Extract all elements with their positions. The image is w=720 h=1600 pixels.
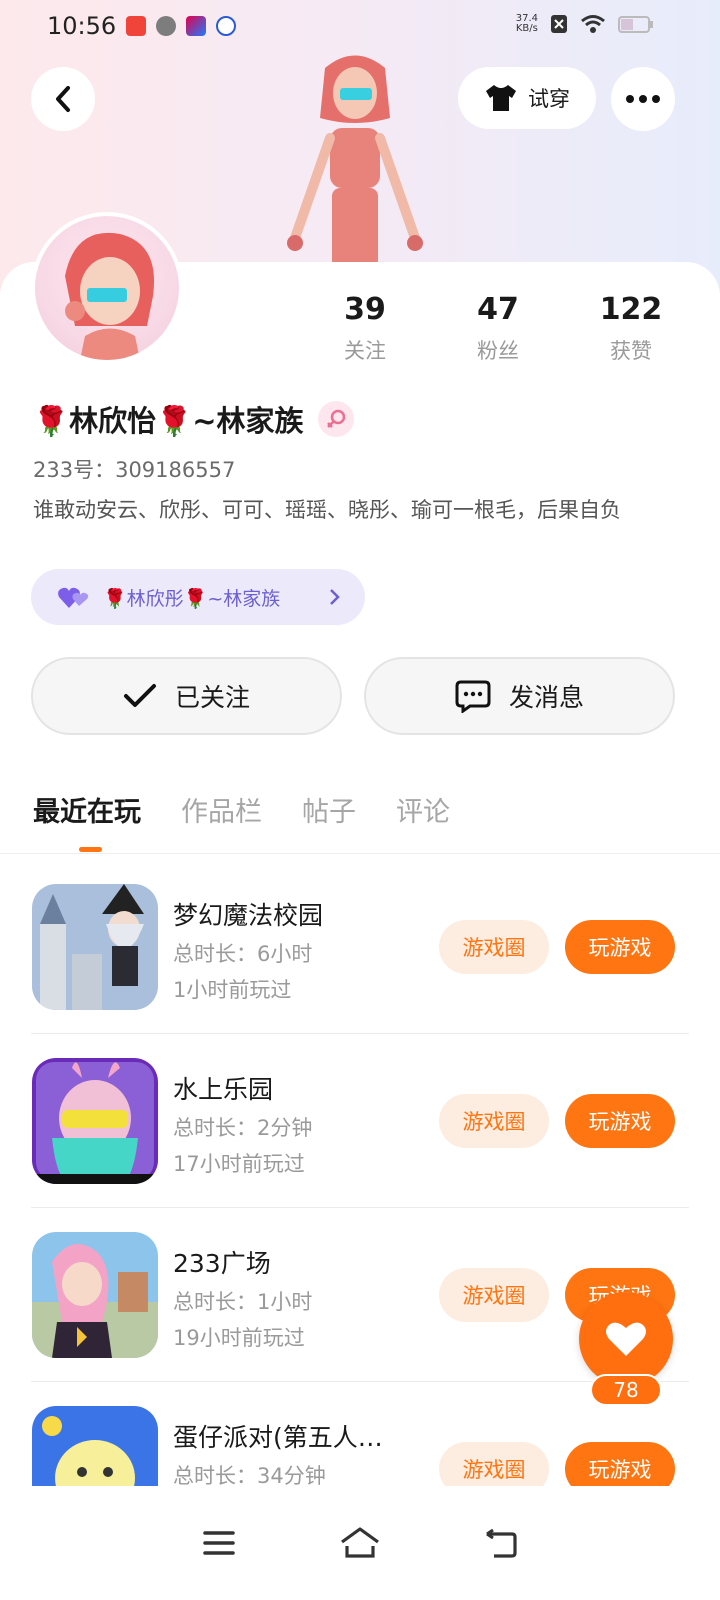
play-game-button[interactable]: 玩游戏	[565, 1442, 675, 1486]
send-message-label: 发消息	[508, 683, 584, 712]
list-item[interactable]: 水上乐园 总时长：2分钟 17小时前玩过 游戏圈 玩游戏	[0, 1034, 720, 1208]
play-game-button[interactable]: 玩游戏	[565, 920, 675, 974]
back-button[interactable]	[31, 67, 95, 131]
stat-following[interactable]: 39 关注	[315, 292, 415, 365]
followed-button[interactable]: 已关注	[31, 657, 342, 735]
chevron-right-icon	[330, 589, 340, 605]
following-count: 39	[344, 292, 386, 327]
sim-off-icon	[551, 15, 567, 33]
game-circle-button[interactable]: 游戏圈	[439, 1442, 549, 1486]
profile-tabs: 最近在玩 作品栏 帖子 评论	[33, 790, 450, 829]
status-time: 10:56	[47, 12, 117, 40]
system-status-icons: 37.4 KB/s	[516, 14, 654, 34]
try-on-button[interactable]: 试穿	[458, 67, 596, 129]
game-title: 233广场	[173, 1249, 271, 1278]
game-title: 水上乐园	[173, 1075, 274, 1104]
profile-name: 🌹林欣怡🌹~林家族	[33, 404, 304, 438]
battery-icon	[618, 16, 653, 33]
double-heart-icon	[58, 587, 89, 608]
likes-count: 122	[599, 292, 663, 327]
game-title: 梦幻魔法校园	[173, 901, 324, 930]
app-notification-icon	[186, 16, 206, 36]
baidu-notification-icon	[216, 16, 236, 36]
home-icon[interactable]	[339, 1526, 381, 1560]
female-gender-icon	[317, 401, 354, 437]
send-message-button[interactable]: 发消息	[364, 657, 675, 735]
stat-likes[interactable]: 122 获赞	[581, 292, 681, 365]
check-icon	[123, 684, 156, 707]
likes-label: 获赞	[610, 339, 652, 363]
game-last-played: 19小时前玩过	[173, 1326, 305, 1350]
menu-icon[interactable]	[202, 1529, 236, 1557]
game-duration: 总时长：6小时	[173, 942, 313, 966]
tab-posts[interactable]: 帖子	[302, 790, 356, 829]
app-notification-icon	[126, 16, 146, 36]
avatar[interactable]	[31, 212, 183, 364]
play-game-button[interactable]: 玩游戏	[565, 1094, 675, 1148]
back-nav-icon[interactable]	[484, 1528, 518, 1558]
list-item[interactable]: 梦幻魔法校园 总时长：6小时 1小时前玩过 游戏圈 玩游戏	[0, 860, 720, 1034]
game-icon-dream-magic-school[interactable]	[32, 884, 158, 1010]
app-notification-icon	[156, 16, 176, 36]
chat-bubble-icon	[455, 680, 491, 713]
tab-recently-played[interactable]: 最近在玩	[33, 790, 141, 829]
game-last-played: 1小时前玩过	[173, 978, 292, 1002]
notification-icons	[126, 16, 236, 36]
game-circle-button[interactable]: 游戏圈	[439, 920, 549, 974]
wifi-icon	[581, 15, 605, 33]
game-duration: 总时长：2分钟	[173, 1116, 313, 1140]
game-title: 蛋仔派对(第五人…	[173, 1423, 383, 1452]
game-duration: 总时长：1小时	[173, 1290, 313, 1314]
followers-count: 47	[477, 292, 519, 327]
more-dots-icon	[626, 95, 660, 103]
network-speed: 37.4 KB/s	[515, 13, 538, 34]
tabs-divider	[0, 853, 720, 854]
avatar-image	[65, 232, 155, 360]
followed-label: 已关注	[174, 683, 250, 712]
heart-icon	[606, 1322, 646, 1356]
game-circle-button[interactable]: 游戏圈	[439, 1094, 549, 1148]
stat-followers[interactable]: 47 粉丝	[448, 292, 548, 365]
game-icon-eggy-party[interactable]	[32, 1406, 158, 1486]
followers-label: 粉丝	[477, 339, 519, 363]
tshirt-icon	[486, 85, 516, 111]
like-fab-button[interactable]	[579, 1292, 673, 1386]
system-navigation-bar	[0, 1486, 720, 1600]
game-last-played: 17小时前玩过	[173, 1152, 305, 1176]
tab-comments[interactable]: 评论	[396, 790, 450, 829]
active-tab-indicator	[79, 847, 102, 852]
game-duration: 总时长：34分钟	[173, 1464, 326, 1486]
try-on-label: 试穿	[528, 87, 570, 111]
game-icon-water-park[interactable]	[32, 1058, 158, 1184]
following-label: 关注	[344, 339, 386, 363]
chevron-left-icon	[56, 86, 70, 112]
more-options-button[interactable]	[611, 67, 675, 131]
avatar-3d-figure	[287, 55, 423, 268]
profile-name-row: 🌹林欣怡🌹~林家族	[33, 398, 354, 440]
family-name: 🌹林欣彤🌹~林家族	[103, 587, 281, 610]
game-circle-button[interactable]: 游戏圈	[439, 1268, 549, 1322]
user-id: 233号：309186557	[33, 458, 236, 482]
like-count-badge: 78	[590, 1374, 662, 1406]
tab-works[interactable]: 作品栏	[181, 790, 262, 829]
family-tag-button[interactable]: 🌹林欣彤🌹~林家族	[31, 569, 365, 625]
bio-text: 谁敢动安云、欣彤、可可、瑶瑶、晓彤、瑜可一根毛，后果自负	[33, 498, 621, 522]
game-icon-233-plaza[interactable]	[32, 1232, 158, 1358]
